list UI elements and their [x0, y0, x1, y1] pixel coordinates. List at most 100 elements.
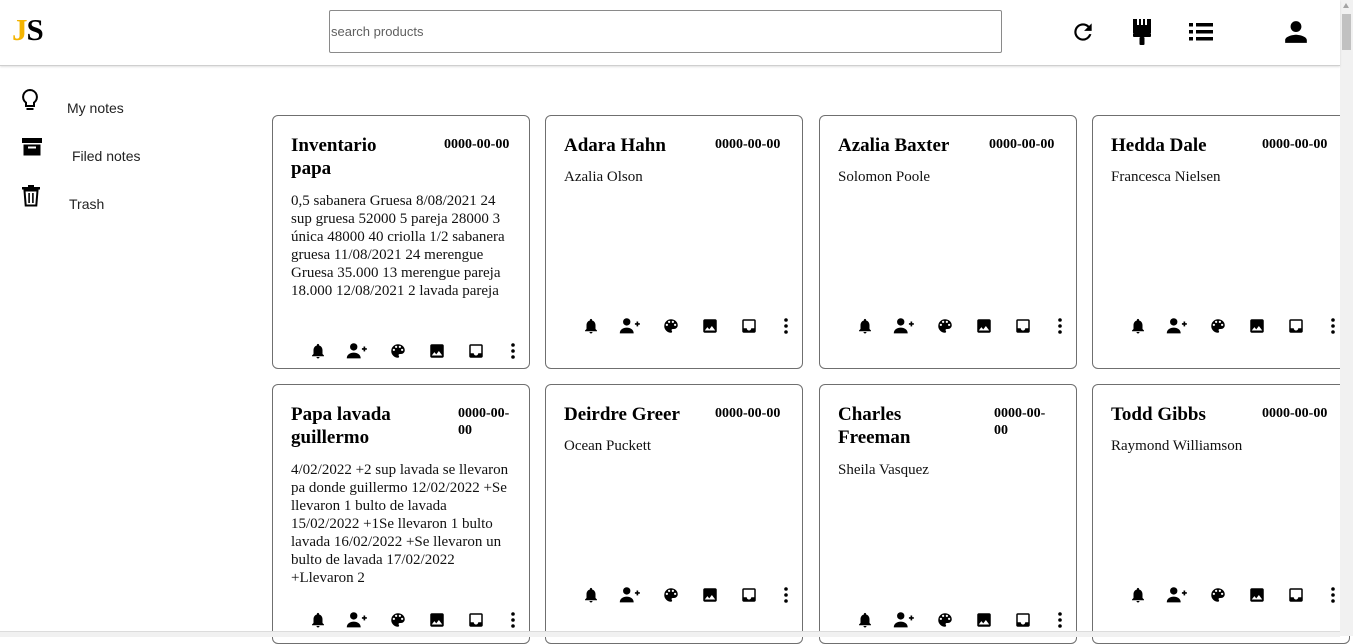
collaborator-button[interactable] [345, 608, 369, 632]
archive-button[interactable] [464, 339, 488, 363]
archive-icon [740, 317, 758, 335]
note-card[interactable]: Papa lavada guillermo 0000-00-00 4/02/2022… [272, 384, 530, 644]
add-collaborator-icon [893, 317, 915, 335]
note-title: Todd Gibbs [1111, 404, 1206, 425]
note-date: 0000-00-00 [1262, 137, 1328, 152]
palette-icon [662, 317, 680, 335]
add-image-button[interactable] [1245, 583, 1269, 607]
search-input[interactable] [329, 10, 1002, 53]
more-options-button[interactable] [1048, 314, 1072, 338]
more-options-button[interactable] [1048, 608, 1072, 632]
archive-button[interactable] [1284, 583, 1308, 607]
reminder-button[interactable] [853, 314, 877, 338]
sidebar-item-filed-notes[interactable]: Filed notes [0, 136, 250, 176]
more-options-button[interactable] [774, 583, 798, 607]
color-button[interactable] [1206, 314, 1230, 338]
color-button[interactable] [933, 314, 957, 338]
collaborator-button[interactable] [618, 314, 642, 338]
note-card[interactable]: Adara Hahn 0000-00-00 Azalia Olson [545, 115, 803, 369]
reminder-button[interactable] [579, 314, 603, 338]
reminder-button[interactable] [1126, 314, 1150, 338]
note-actions [1111, 583, 1336, 607]
image-icon [701, 586, 719, 604]
color-button[interactable] [386, 339, 410, 363]
archive-icon [1287, 317, 1305, 335]
reminder-button[interactable] [1126, 583, 1150, 607]
color-button[interactable] [659, 314, 683, 338]
logo-letter-j: J [12, 12, 27, 47]
collaborator-button[interactable] [1165, 583, 1189, 607]
image-icon [428, 342, 446, 360]
note-card[interactable]: Azalia Baxter 0000-00-00 Solomon Poole [819, 115, 1077, 369]
archive-button[interactable] [737, 314, 761, 338]
note-body: 4/02/2022 +2 sup lavada se llevaron pa d… [291, 462, 509, 586]
collaborator-button[interactable] [345, 339, 369, 363]
collaborator-button[interactable] [618, 583, 642, 607]
vertical-scrollbar[interactable] [1340, 0, 1353, 636]
add-image-button[interactable] [972, 314, 996, 338]
reminder-button[interactable] [853, 608, 877, 632]
reminder-button[interactable] [306, 339, 330, 363]
bell-icon [582, 317, 600, 335]
scroll-up-arrow-icon[interactable] [1343, 3, 1349, 8]
note-card[interactable]: Deirdre Greer 0000-00-00 Ocean Puckett [545, 384, 803, 644]
add-collaborator-icon [619, 317, 641, 335]
image-icon [975, 317, 993, 335]
sidebar-item-trash[interactable]: Trash [0, 184, 250, 224]
note-card[interactable]: Todd Gibbs 0000-00-00 Raymond Williamson [1092, 384, 1350, 644]
archive-button[interactable] [1011, 314, 1035, 338]
more-vert-icon [510, 343, 516, 359]
note-card[interactable]: Inventario papa 0000-00-00 0,5 sabanera Gr… [272, 115, 530, 369]
scroll-thumb[interactable] [1342, 14, 1351, 50]
add-image-button[interactable] [1245, 314, 1269, 338]
reminder-button[interactable] [579, 583, 603, 607]
add-collaborator-icon [1166, 317, 1188, 335]
add-image-button[interactable] [698, 583, 722, 607]
note-body: Raymond Williamson [1111, 438, 1243, 454]
note-date: 0000-00-00 [1262, 406, 1328, 421]
brush-icon[interactable] [1127, 17, 1157, 47]
add-collaborator-icon [346, 342, 368, 360]
list-view-icon[interactable] [1186, 17, 1216, 47]
palette-icon [936, 317, 954, 335]
bell-icon [582, 586, 600, 604]
archive-icon [467, 342, 485, 360]
collaborator-button[interactable] [1165, 314, 1189, 338]
add-collaborator-icon [346, 611, 368, 629]
sidebar-item-my-notes[interactable]: My notes [0, 88, 250, 128]
note-card[interactable]: Hedda Dale 0000-00-00 Francesca Nielsen [1092, 115, 1350, 369]
app-logo[interactable]: JS [12, 12, 44, 48]
add-image-button[interactable] [425, 608, 449, 632]
refresh-icon[interactable] [1068, 17, 1098, 47]
more-options-button[interactable] [774, 314, 798, 338]
horizontal-scrollbar[interactable] [0, 631, 1340, 637]
color-button[interactable] [1206, 583, 1230, 607]
add-image-button[interactable] [425, 339, 449, 363]
image-icon [1248, 586, 1266, 604]
color-button[interactable] [659, 583, 683, 607]
note-actions [291, 339, 515, 363]
archive-button[interactable] [464, 608, 488, 632]
note-actions [1111, 314, 1335, 338]
note-date: 0000-00-00 [458, 406, 510, 438]
note-date: 0000-00-00 [715, 406, 781, 421]
more-options-button[interactable] [501, 608, 525, 632]
collaborator-button[interactable] [892, 314, 916, 338]
archive-button[interactable] [737, 583, 761, 607]
bell-icon [1129, 317, 1147, 335]
color-button[interactable] [933, 608, 957, 632]
add-image-button[interactable] [972, 608, 996, 632]
archive-button[interactable] [1011, 608, 1035, 632]
note-body: Solomon Poole [838, 169, 931, 185]
reminder-button[interactable] [306, 608, 330, 632]
more-vert-icon [1330, 587, 1336, 603]
add-image-button[interactable] [698, 314, 722, 338]
note-card[interactable]: Charles Freeman 0000-00-00 Sheila Vasquez [819, 384, 1077, 644]
archive-button[interactable] [1284, 314, 1308, 338]
color-button[interactable] [386, 608, 410, 632]
collaborator-button[interactable] [892, 608, 916, 632]
account-icon[interactable] [1281, 17, 1311, 47]
sidebar-item-label: Filed notes [72, 148, 141, 164]
note-title: Papa lavada guillermo [291, 404, 391, 448]
more-options-button[interactable] [501, 339, 525, 363]
